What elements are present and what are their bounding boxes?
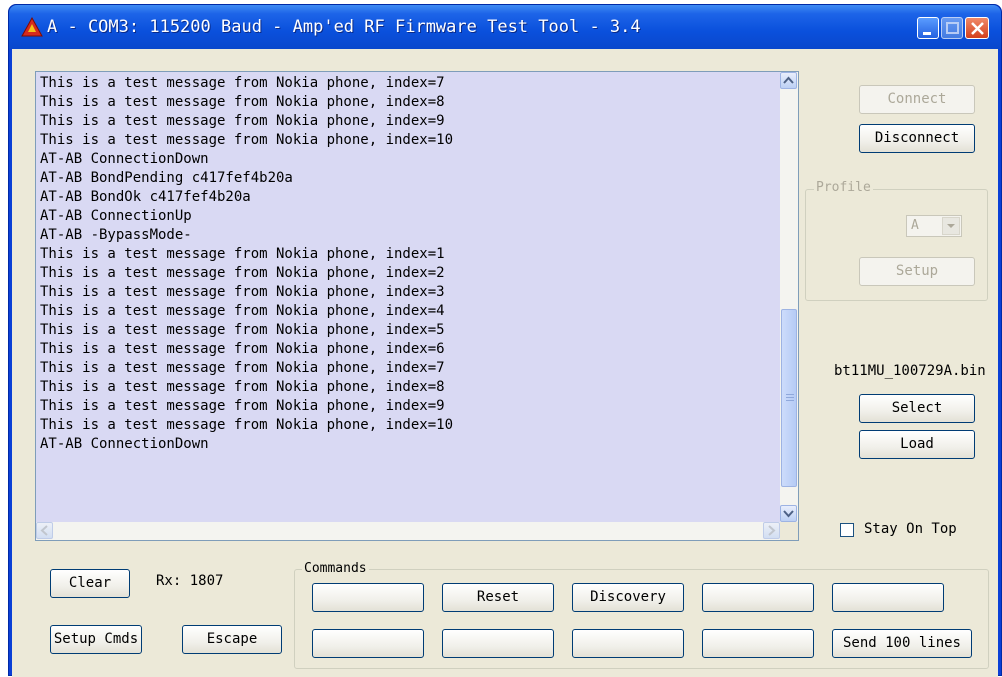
rx-count: Rx: 1807 xyxy=(156,573,224,589)
vertical-scroll-thumb[interactable] xyxy=(781,309,797,487)
log-line: AT-AB BondPending c417fef4b20a xyxy=(40,170,293,186)
chevron-down-icon xyxy=(947,224,955,228)
vertical-scrollbar[interactable] xyxy=(780,72,798,523)
client-area: This is a test message from Nokia phone,… xyxy=(12,49,998,677)
command-button-5[interactable] xyxy=(832,583,944,612)
log-line: AT-AB ConnectionUp xyxy=(40,208,192,224)
profile-select-value: A xyxy=(911,218,919,233)
log-line: AT-AB ConnectionDown xyxy=(40,436,209,452)
log-line: This is a test message from Nokia phone,… xyxy=(40,75,445,91)
clear-button[interactable]: Clear xyxy=(50,569,130,598)
log-line: AT-AB BondOk c417fef4b20a xyxy=(40,189,251,205)
close-icon xyxy=(971,22,984,35)
log-line: AT-AB -BypassMode- xyxy=(40,227,192,243)
chevron-right-icon xyxy=(768,525,776,536)
discovery-button[interactable]: Discovery xyxy=(572,583,684,612)
reset-button[interactable]: Reset xyxy=(442,583,554,612)
maximize-icon xyxy=(946,22,959,34)
log-line: This is a test message from Nokia phone,… xyxy=(40,398,445,414)
log-line: This is a test message from Nokia phone,… xyxy=(40,265,445,281)
app-window: A - COM3: 115200 Baud - Amp'ed RF Firmwa… xyxy=(8,4,1002,677)
log-line: This is a test message from Nokia phone,… xyxy=(40,341,445,357)
window-title: A - COM3: 115200 Baud - Amp'ed RF Firmwa… xyxy=(47,17,641,37)
disconnect-button[interactable]: Disconnect xyxy=(859,124,975,153)
scroll-left-button[interactable] xyxy=(36,522,53,539)
log-line: AT-AB ConnectionDown xyxy=(40,151,209,167)
command-button-9[interactable] xyxy=(702,629,814,658)
log-line: This is a test message from Nokia phone,… xyxy=(40,113,445,129)
horizontal-scrollbar[interactable] xyxy=(36,522,781,540)
close-button[interactable] xyxy=(965,17,989,39)
load-button[interactable]: Load xyxy=(859,430,975,459)
profile-group-label: Profile xyxy=(814,180,873,195)
log-line: This is a test message from Nokia phone,… xyxy=(40,303,445,319)
command-button-6[interactable] xyxy=(312,629,424,658)
log-line: This is a test message from Nokia phone,… xyxy=(40,246,445,262)
log-line: This is a test message from Nokia phone,… xyxy=(40,322,445,338)
log-line: This is a test message from Nokia phone,… xyxy=(40,284,445,300)
log-line: This is a test message from Nokia phone,… xyxy=(40,94,445,110)
log-lines: This is a test message from Nokia phone,… xyxy=(40,74,780,517)
command-button-8[interactable] xyxy=(572,629,684,658)
scrollbar-corner xyxy=(780,522,798,540)
chevron-left-icon xyxy=(40,525,48,536)
title-bar[interactable]: A - COM3: 115200 Baud - Amp'ed RF Firmwa… xyxy=(9,5,1001,49)
output-log[interactable]: This is a test message from Nokia phone,… xyxy=(35,71,799,541)
app-logo-icon xyxy=(21,17,43,37)
profile-dropdown-button[interactable] xyxy=(942,217,960,235)
firmware-file-label: bt11MU_100729A.bin xyxy=(834,363,986,379)
stay-on-top-label[interactable]: Stay On Top xyxy=(864,521,957,537)
command-button-7[interactable] xyxy=(442,629,554,658)
chevron-down-icon xyxy=(783,510,794,518)
scroll-right-button[interactable] xyxy=(763,522,780,539)
maximize-button[interactable] xyxy=(941,17,963,39)
setup-button[interactable]: Setup xyxy=(859,257,975,286)
send-100-lines-button[interactable]: Send 100 lines xyxy=(832,629,972,658)
log-line: This is a test message from Nokia phone,… xyxy=(40,132,454,148)
log-line: This is a test message from Nokia phone,… xyxy=(40,417,454,433)
chevron-up-icon xyxy=(783,76,794,84)
setup-cmds-button[interactable]: Setup Cmds xyxy=(50,625,142,654)
commands-group-label: Commands xyxy=(302,561,369,576)
connect-button[interactable]: Connect xyxy=(859,85,975,114)
command-button-4[interactable] xyxy=(702,583,814,612)
minimize-icon xyxy=(923,32,931,35)
stay-on-top-checkbox[interactable] xyxy=(840,523,854,537)
log-line: This is a test message from Nokia phone,… xyxy=(40,360,445,376)
scroll-up-button[interactable] xyxy=(780,72,797,89)
escape-button[interactable]: Escape xyxy=(182,625,282,654)
command-button-1[interactable] xyxy=(312,583,424,612)
log-line: This is a test message from Nokia phone,… xyxy=(40,379,445,395)
scroll-down-button[interactable] xyxy=(780,505,797,522)
minimize-button[interactable] xyxy=(917,17,939,39)
profile-select[interactable]: A xyxy=(906,215,962,237)
select-button[interactable]: Select xyxy=(859,394,975,423)
